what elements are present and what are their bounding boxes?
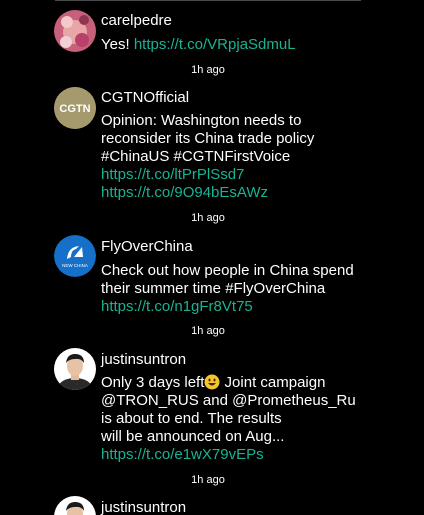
tweet-text-line: Opinion: Washington needs to	[101, 112, 302, 129]
tweet-handle[interactable]: justinsuntron	[101, 499, 186, 515]
tweet-text-line: #ChinaUS #CGTNFirstVoice	[101, 148, 291, 165]
tweet-handle[interactable]: carelpedre	[101, 12, 172, 30]
tweet-text-line: Yes!	[101, 36, 134, 53]
tweet-link[interactable]: https://t.co/e1wX79vEPs	[101, 446, 401, 464]
avatar-photo	[54, 496, 96, 515]
tweet-text-line: reconsider its China trade policy	[101, 130, 315, 147]
tweet-link[interactable]: https://t.co/VRpjaSdmuL	[134, 36, 296, 53]
divider	[55, 0, 361, 1]
tweet-text-line: is about to end. The results	[101, 410, 282, 427]
tweet-text: Opinion: Washington needs to reconsider …	[101, 112, 401, 202]
tweet-text-line: @TRON_RUS and @Prometheus_Ru	[101, 392, 356, 409]
tweet-text: Check out how people in China spend thei…	[101, 262, 401, 316]
avatar[interactable]: CGTN	[54, 87, 96, 129]
avatar[interactable]	[54, 348, 96, 390]
tweet-timestamp: 1h ago	[191, 212, 225, 224]
tweet-handle[interactable]: FlyOverChina	[101, 238, 193, 256]
xinhua-logo-icon: NEW CHINA	[54, 235, 96, 277]
tweet-timestamp: 1h ago	[191, 474, 225, 486]
avatar[interactable]	[54, 10, 96, 52]
tweet-text-line: Only 3 days left	[101, 374, 205, 391]
tweet-link[interactable]: https://t.co/ltPrPlSsd7	[101, 166, 401, 184]
tweet-link[interactable]: https://t.co/n1gFr8Vt75	[101, 298, 401, 316]
tweet-feed[interactable]: carelpedre Yes! https://t.co/VRpjaSdmuL …	[0, 0, 424, 515]
tweet-text-line: Check out how people in China spend	[101, 262, 354, 279]
smiling-face-emoji-icon	[204, 374, 220, 390]
tweet-text-line: will be announced on Aug...	[101, 428, 285, 445]
tweet-handle[interactable]: justinsuntron	[101, 351, 186, 369]
avatar-photo	[54, 348, 96, 390]
tweet-link[interactable]: https://t.co/9O94bEsAWz	[101, 184, 401, 202]
avatar[interactable]: NEW CHINA	[54, 235, 96, 277]
tweet-timestamp: 1h ago	[191, 64, 225, 76]
svg-text:NEW CHINA: NEW CHINA	[62, 263, 88, 268]
tweet-timestamp: 1h ago	[191, 325, 225, 337]
tweet-text: Only 3 days left Joint campaign @TRON_RU…	[101, 374, 401, 464]
tweet-handle[interactable]: CGTNOfficial	[101, 89, 189, 107]
avatar-photo	[54, 10, 96, 52]
tweet-text-line: Joint campaign	[220, 374, 326, 391]
avatar[interactable]	[54, 496, 96, 515]
cgtn-logo-icon: CGTN	[54, 87, 96, 129]
tweet-text-line: their summer time #FlyOverChina	[101, 280, 326, 297]
svg-text:CGTN: CGTN	[59, 103, 90, 115]
tweet-text: Yes! https://t.co/VRpjaSdmuL	[101, 36, 401, 54]
